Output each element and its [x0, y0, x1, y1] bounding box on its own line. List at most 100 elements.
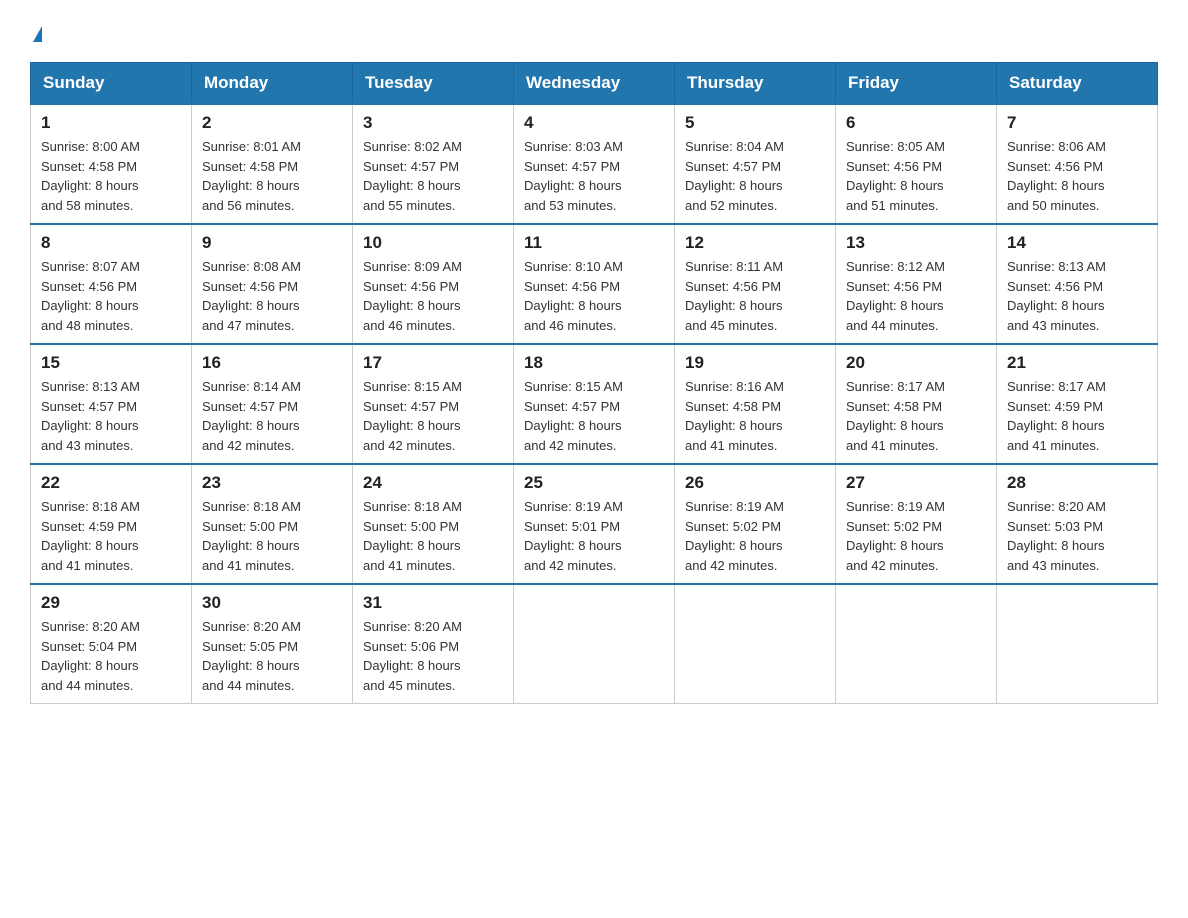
calendar-cell: 13 Sunrise: 8:12 AM Sunset: 4:56 PM Dayl… — [836, 224, 997, 344]
day-number: 23 — [202, 473, 342, 493]
calendar-cell: 25 Sunrise: 8:19 AM Sunset: 5:01 PM Dayl… — [514, 464, 675, 584]
day-info: Sunrise: 8:12 AM Sunset: 4:56 PM Dayligh… — [846, 257, 986, 335]
day-info: Sunrise: 8:15 AM Sunset: 4:57 PM Dayligh… — [524, 377, 664, 455]
day-number: 8 — [41, 233, 181, 253]
day-info: Sunrise: 8:06 AM Sunset: 4:56 PM Dayligh… — [1007, 137, 1147, 215]
day-header-friday: Friday — [836, 63, 997, 105]
calendar-cell: 10 Sunrise: 8:09 AM Sunset: 4:56 PM Dayl… — [353, 224, 514, 344]
day-info: Sunrise: 8:04 AM Sunset: 4:57 PM Dayligh… — [685, 137, 825, 215]
calendar-cell: 27 Sunrise: 8:19 AM Sunset: 5:02 PM Dayl… — [836, 464, 997, 584]
calendar-cell: 12 Sunrise: 8:11 AM Sunset: 4:56 PM Dayl… — [675, 224, 836, 344]
calendar-cell: 9 Sunrise: 8:08 AM Sunset: 4:56 PM Dayli… — [192, 224, 353, 344]
calendar-cell — [836, 584, 997, 704]
calendar-week-5: 29 Sunrise: 8:20 AM Sunset: 5:04 PM Dayl… — [31, 584, 1158, 704]
day-info: Sunrise: 8:17 AM Sunset: 4:59 PM Dayligh… — [1007, 377, 1147, 455]
calendar-cell: 1 Sunrise: 8:00 AM Sunset: 4:58 PM Dayli… — [31, 104, 192, 224]
day-header-tuesday: Tuesday — [353, 63, 514, 105]
calendar-cell: 21 Sunrise: 8:17 AM Sunset: 4:59 PM Dayl… — [997, 344, 1158, 464]
day-info: Sunrise: 8:14 AM Sunset: 4:57 PM Dayligh… — [202, 377, 342, 455]
day-number: 26 — [685, 473, 825, 493]
calendar: SundayMondayTuesdayWednesdayThursdayFrid… — [30, 62, 1158, 704]
calendar-cell: 2 Sunrise: 8:01 AM Sunset: 4:58 PM Dayli… — [192, 104, 353, 224]
day-number: 5 — [685, 113, 825, 133]
day-number: 28 — [1007, 473, 1147, 493]
logo-text — [30, 20, 42, 42]
calendar-week-4: 22 Sunrise: 8:18 AM Sunset: 4:59 PM Dayl… — [31, 464, 1158, 584]
day-number: 13 — [846, 233, 986, 253]
day-number: 12 — [685, 233, 825, 253]
day-header-thursday: Thursday — [675, 63, 836, 105]
day-info: Sunrise: 8:11 AM Sunset: 4:56 PM Dayligh… — [685, 257, 825, 335]
calendar-cell: 7 Sunrise: 8:06 AM Sunset: 4:56 PM Dayli… — [997, 104, 1158, 224]
day-info: Sunrise: 8:05 AM Sunset: 4:56 PM Dayligh… — [846, 137, 986, 215]
calendar-cell: 8 Sunrise: 8:07 AM Sunset: 4:56 PM Dayli… — [31, 224, 192, 344]
calendar-header-row: SundayMondayTuesdayWednesdayThursdayFrid… — [31, 63, 1158, 105]
calendar-cell — [514, 584, 675, 704]
day-header-wednesday: Wednesday — [514, 63, 675, 105]
day-info: Sunrise: 8:02 AM Sunset: 4:57 PM Dayligh… — [363, 137, 503, 215]
day-number: 9 — [202, 233, 342, 253]
day-info: Sunrise: 8:18 AM Sunset: 5:00 PM Dayligh… — [363, 497, 503, 575]
day-number: 15 — [41, 353, 181, 373]
day-number: 16 — [202, 353, 342, 373]
day-number: 2 — [202, 113, 342, 133]
day-info: Sunrise: 8:17 AM Sunset: 4:58 PM Dayligh… — [846, 377, 986, 455]
day-number: 3 — [363, 113, 503, 133]
calendar-cell: 4 Sunrise: 8:03 AM Sunset: 4:57 PM Dayli… — [514, 104, 675, 224]
day-number: 27 — [846, 473, 986, 493]
day-number: 1 — [41, 113, 181, 133]
day-info: Sunrise: 8:16 AM Sunset: 4:58 PM Dayligh… — [685, 377, 825, 455]
calendar-cell: 24 Sunrise: 8:18 AM Sunset: 5:00 PM Dayl… — [353, 464, 514, 584]
day-number: 7 — [1007, 113, 1147, 133]
day-header-sunday: Sunday — [31, 63, 192, 105]
calendar-week-2: 8 Sunrise: 8:07 AM Sunset: 4:56 PM Dayli… — [31, 224, 1158, 344]
day-header-saturday: Saturday — [997, 63, 1158, 105]
day-number: 10 — [363, 233, 503, 253]
calendar-cell: 31 Sunrise: 8:20 AM Sunset: 5:06 PM Dayl… — [353, 584, 514, 704]
day-info: Sunrise: 8:01 AM Sunset: 4:58 PM Dayligh… — [202, 137, 342, 215]
day-info: Sunrise: 8:13 AM Sunset: 4:57 PM Dayligh… — [41, 377, 181, 455]
day-number: 11 — [524, 233, 664, 253]
day-info: Sunrise: 8:19 AM Sunset: 5:01 PM Dayligh… — [524, 497, 664, 575]
day-info: Sunrise: 8:13 AM Sunset: 4:56 PM Dayligh… — [1007, 257, 1147, 335]
day-number: 24 — [363, 473, 503, 493]
day-info: Sunrise: 8:19 AM Sunset: 5:02 PM Dayligh… — [846, 497, 986, 575]
day-number: 20 — [846, 353, 986, 373]
calendar-cell: 6 Sunrise: 8:05 AM Sunset: 4:56 PM Dayli… — [836, 104, 997, 224]
day-info: Sunrise: 8:10 AM Sunset: 4:56 PM Dayligh… — [524, 257, 664, 335]
calendar-week-3: 15 Sunrise: 8:13 AM Sunset: 4:57 PM Dayl… — [31, 344, 1158, 464]
day-number: 29 — [41, 593, 181, 613]
page-header — [30, 20, 1158, 42]
calendar-cell: 11 Sunrise: 8:10 AM Sunset: 4:56 PM Dayl… — [514, 224, 675, 344]
calendar-cell: 18 Sunrise: 8:15 AM Sunset: 4:57 PM Dayl… — [514, 344, 675, 464]
day-info: Sunrise: 8:18 AM Sunset: 4:59 PM Dayligh… — [41, 497, 181, 575]
logo — [30, 20, 42, 42]
calendar-cell: 3 Sunrise: 8:02 AM Sunset: 4:57 PM Dayli… — [353, 104, 514, 224]
calendar-cell — [675, 584, 836, 704]
calendar-week-1: 1 Sunrise: 8:00 AM Sunset: 4:58 PM Dayli… — [31, 104, 1158, 224]
day-info: Sunrise: 8:15 AM Sunset: 4:57 PM Dayligh… — [363, 377, 503, 455]
calendar-cell: 16 Sunrise: 8:14 AM Sunset: 4:57 PM Dayl… — [192, 344, 353, 464]
calendar-cell: 29 Sunrise: 8:20 AM Sunset: 5:04 PM Dayl… — [31, 584, 192, 704]
calendar-cell: 28 Sunrise: 8:20 AM Sunset: 5:03 PM Dayl… — [997, 464, 1158, 584]
day-number: 25 — [524, 473, 664, 493]
calendar-cell: 22 Sunrise: 8:18 AM Sunset: 4:59 PM Dayl… — [31, 464, 192, 584]
day-number: 21 — [1007, 353, 1147, 373]
day-number: 30 — [202, 593, 342, 613]
calendar-cell: 19 Sunrise: 8:16 AM Sunset: 4:58 PM Dayl… — [675, 344, 836, 464]
day-header-monday: Monday — [192, 63, 353, 105]
calendar-cell: 30 Sunrise: 8:20 AM Sunset: 5:05 PM Dayl… — [192, 584, 353, 704]
calendar-cell: 17 Sunrise: 8:15 AM Sunset: 4:57 PM Dayl… — [353, 344, 514, 464]
day-number: 31 — [363, 593, 503, 613]
day-info: Sunrise: 8:20 AM Sunset: 5:05 PM Dayligh… — [202, 617, 342, 695]
day-info: Sunrise: 8:03 AM Sunset: 4:57 PM Dayligh… — [524, 137, 664, 215]
day-info: Sunrise: 8:20 AM Sunset: 5:03 PM Dayligh… — [1007, 497, 1147, 575]
calendar-cell: 26 Sunrise: 8:19 AM Sunset: 5:02 PM Dayl… — [675, 464, 836, 584]
calendar-cell: 14 Sunrise: 8:13 AM Sunset: 4:56 PM Dayl… — [997, 224, 1158, 344]
day-info: Sunrise: 8:20 AM Sunset: 5:04 PM Dayligh… — [41, 617, 181, 695]
day-number: 18 — [524, 353, 664, 373]
day-number: 19 — [685, 353, 825, 373]
calendar-cell — [997, 584, 1158, 704]
day-info: Sunrise: 8:20 AM Sunset: 5:06 PM Dayligh… — [363, 617, 503, 695]
day-info: Sunrise: 8:00 AM Sunset: 4:58 PM Dayligh… — [41, 137, 181, 215]
